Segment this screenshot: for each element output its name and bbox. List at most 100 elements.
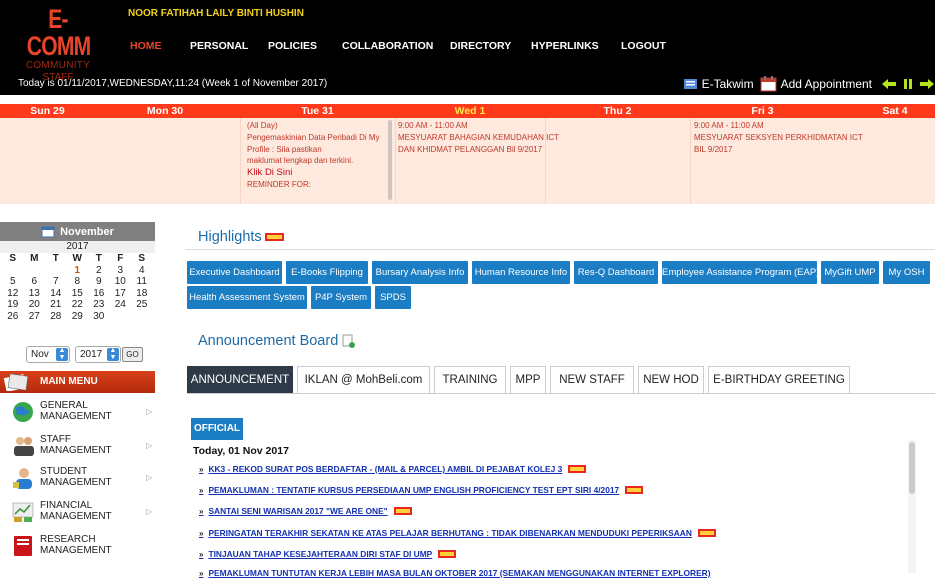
announcement-link[interactable]: KK3 - REKOD SURAT POS BERDAFTAR - (MAIL … [208,464,562,474]
day-cell[interactable]: 13 [24,288,46,300]
scrollbar-thumb[interactable] [909,442,915,494]
eap-button[interactable]: Employee Assistance Program (EAP) [662,261,819,284]
day-cell[interactable]: 14 [45,288,67,300]
event-scrollbar[interactable] [388,120,392,200]
day-cell[interactable]: 15 [67,288,89,300]
announcement-link[interactable]: PEMAKLUMAN : TENTATIF KURSUS PERSEDIAAN … [208,485,619,495]
tab-ebirthday[interactable]: E-BIRTHDAY GREETING [708,366,850,394]
day-cell[interactable]: 12 [2,288,24,300]
add-appointment-button[interactable]: Add Appointment [760,76,872,92]
day-cell[interactable]: 11 [131,276,153,288]
ecomm-logo[interactable]: E-COMM COMMUNITY STAFF [18,6,98,84]
day-cell-today[interactable]: 1 [67,265,89,277]
announcement-item[interactable]: » KK3 - REKOD SURAT POS BERDAFTAR - (MAI… [199,464,587,474]
day-cell[interactable]: 28 [45,311,67,323]
event-tue[interactable]: (All Day) Pengemaskinian Data Peribadi D… [247,120,380,191]
day-cell[interactable]: 20 [24,299,46,311]
day-cell[interactable]: 30 [88,311,110,323]
cal-day-thu[interactable]: Thu 2 [545,104,690,118]
nav-hyperlinks[interactable]: HYPERLINKS [531,40,599,52]
event-wed[interactable]: 9:00 AM - 11:00 AM MESYUARAT BAHAGIAN KE… [398,120,559,155]
day-cell[interactable]: 26 [2,311,24,323]
add-document-icon[interactable] [342,334,356,348]
day-cell[interactable]: 8 [67,276,89,288]
myosh-button[interactable]: My OSH [883,261,930,284]
executive-dashboard-button[interactable]: Executive Dashboard [187,261,282,284]
year-select[interactable]: 2017 ▲ ▼ [75,346,121,363]
mygift-button[interactable]: MyGift UMP [821,261,879,284]
day-cell[interactable]: 22 [67,299,89,311]
tab-announcement[interactable]: ANNOUNCEMENT [187,366,293,394]
announcement-item[interactable]: » TINJAUAN TAHAP KESEJAHTERAAN DIRI STAF… [199,549,457,559]
nav-policies[interactable]: POLICIES [268,40,317,52]
event-link[interactable]: Klik Di Sini [247,167,380,179]
nav-logout[interactable]: LOGOUT [621,40,666,52]
month-select[interactable]: Nov ▲ ▼ [26,346,70,363]
day-cell[interactable]: 10 [110,276,132,288]
announcement-link[interactable]: TINJAUAN TAHAP KESEJAHTERAAN DIRI STAF D… [208,549,432,559]
nav-personal[interactable]: PERSONAL [190,40,248,52]
announcement-item[interactable]: » PERINGATAN TERAKHIR SEKATAN KE ATAS PE… [199,528,716,538]
select-arrows-icon: ▲ ▼ [56,347,68,361]
tab-training[interactable]: TRAINING [434,366,506,394]
cal-day-wed[interactable]: Wed 1 [395,104,545,118]
nav-collaboration[interactable]: COLLABORATION [342,40,433,52]
day-cell[interactable]: 7 [45,276,67,288]
health-assessment-button[interactable]: Health Assessment System [187,286,307,309]
nav-home[interactable]: HOME [130,40,162,52]
day-cell[interactable]: 18 [131,288,153,300]
day-cell[interactable]: 4 [131,265,153,277]
day-cell[interactable]: 3 [110,265,132,277]
pause-button[interactable] [900,77,916,91]
menu-student-management[interactable]: STUDENT MANAGEMENT ▷ [0,464,155,492]
announcement-item[interactable]: » PEMAKLUMAN : TENTATIF KURSUS PERSEDIAA… [199,485,644,495]
day-cell[interactable]: 27 [24,311,46,323]
event-text: maklumat lengkap dan terkini. [247,156,354,166]
announcement-link[interactable]: PEMAKLUMAN TUNTUTAN KERJA LEBIH MASA BUL… [208,568,710,578]
event-fri[interactable]: 9:00 AM - 11:00 AM MESYUARAT SEKSYEN PER… [694,120,863,155]
tab-new-staff[interactable]: NEW STAFF [550,366,634,394]
announcement-link[interactable]: SANTAI SENI WARISAN 2017 "WE ARE ONE" [208,506,387,516]
spds-button[interactable]: SPDS [375,286,411,309]
official-filter-button[interactable]: OFFICIAL [191,418,243,440]
tab-new-hod[interactable]: NEW HOD [638,366,704,394]
announcement-item[interactable]: » SANTAI SENI WARISAN 2017 "WE ARE ONE" [199,506,412,516]
prev-week-button[interactable] [881,77,897,91]
nav-directory[interactable]: DIRECTORY [450,40,511,52]
human-resource-button[interactable]: Human Resource Info [472,261,570,284]
day-cell[interactable]: 9 [88,276,110,288]
day-cell[interactable]: 23 [88,299,110,311]
cal-day-sat[interactable]: Sat 4 [855,104,935,118]
ebooks-flipping-button[interactable]: E-Books Flipping [286,261,368,284]
day-cell[interactable]: 21 [45,299,67,311]
day-cell[interactable]: 6 [24,276,46,288]
day-cell[interactable]: 2 [88,265,110,277]
next-week-button[interactable] [919,77,935,91]
announcement-link[interactable]: PERINGATAN TERAKHIR SEKATAN KE ATAS PELA… [208,528,691,538]
day-cell[interactable]: 29 [67,311,89,323]
bursary-analysis-button[interactable]: Bursary Analysis Info [372,261,468,284]
menu-financial-management[interactable]: FINANCIAL MANAGEMENT ▷ [0,498,155,526]
day-cell[interactable]: 25 [131,299,153,311]
day-cell[interactable]: 17 [110,288,132,300]
menu-general-management[interactable]: GENERAL MANAGEMENT ▷ [0,398,155,426]
menu-staff-management[interactable]: STAFF MANAGEMENT ▷ [0,432,155,460]
cal-day-mon[interactable]: Mon 30 [95,104,235,118]
day-cell[interactable]: 24 [110,299,132,311]
announcement-scrollbar[interactable] [908,440,916,573]
new-badge-icon [393,507,412,515]
go-button[interactable]: GO [122,347,143,362]
cal-day-tue[interactable]: Tue 31 [240,104,395,118]
resq-dashboard-button[interactable]: Res-Q Dashboard [574,261,658,284]
p4p-system-button[interactable]: P4P System [311,286,371,309]
cal-day-sun[interactable]: Sun 29 [0,104,95,118]
menu-research-management[interactable]: RESEARCH MANAGEMENT [0,532,155,560]
tab-mpp[interactable]: MPP [510,366,546,394]
tab-iklan[interactable]: IKLAN @ MohBeli.com [297,366,430,394]
cal-day-fri[interactable]: Fri 3 [690,104,835,118]
etakwim-button[interactable]: E-Takwim [683,77,754,91]
day-cell[interactable]: 5 [2,276,24,288]
day-cell[interactable]: 19 [2,299,24,311]
day-cell[interactable]: 16 [88,288,110,300]
announcement-item[interactable]: » PEMAKLUMAN TUNTUTAN KERJA LEBIH MASA B… [199,568,899,578]
